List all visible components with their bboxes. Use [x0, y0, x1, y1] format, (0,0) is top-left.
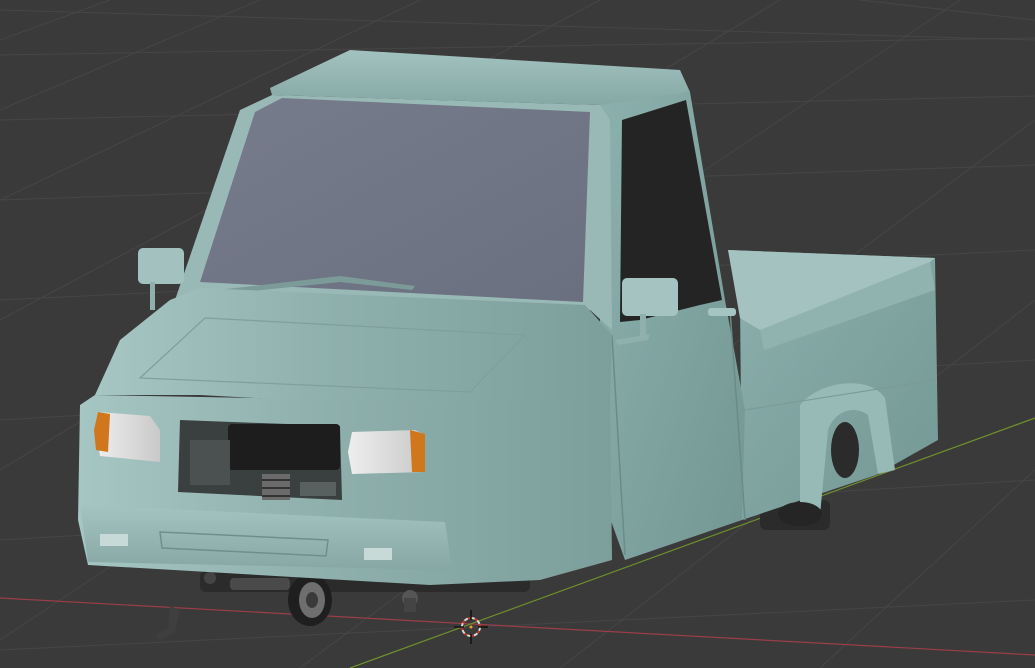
fog-lamp-right	[364, 548, 392, 560]
cargo-bed	[728, 250, 938, 526]
roof	[270, 50, 690, 105]
loose-part	[154, 606, 180, 640]
radiator	[228, 424, 340, 470]
viewport-canvas[interactable]	[0, 0, 1035, 668]
headlight-left	[94, 412, 160, 462]
3d-cursor-icon[interactable]	[454, 610, 488, 644]
3d-viewport[interactable]	[0, 0, 1035, 668]
fog-lamp-left	[100, 534, 128, 546]
pickup-truck-model[interactable]	[78, 50, 938, 640]
headlight-right	[348, 430, 425, 474]
windshield	[200, 98, 590, 302]
front-wheel	[288, 574, 332, 626]
hood	[95, 288, 612, 410]
